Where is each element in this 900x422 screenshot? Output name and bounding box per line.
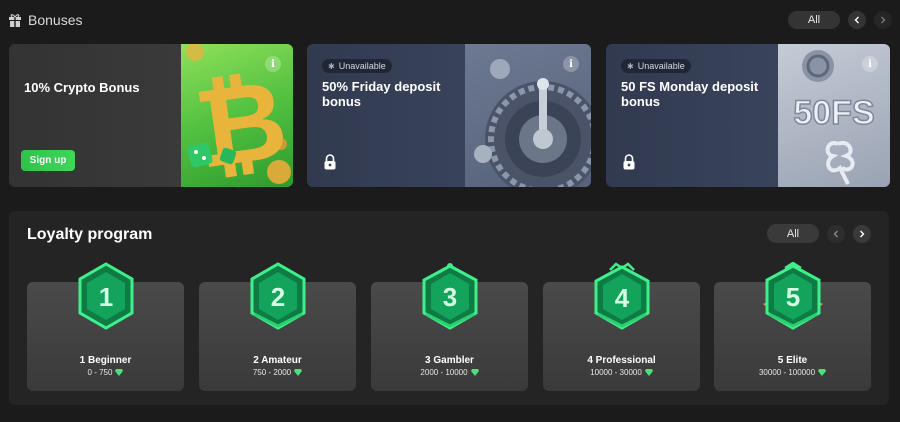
gem-icon <box>470 369 479 376</box>
level-badge-icon: 5 <box>762 262 823 330</box>
level-number: 2 <box>270 282 284 312</box>
gem-icon <box>818 369 827 376</box>
level-range: 2000 - 10000 <box>371 368 528 377</box>
level-card-professional[interactable]: 4 4 Professional 10000 - 30000 <box>543 262 700 391</box>
gem-icon <box>644 369 653 376</box>
level-card-beginner[interactable]: 1 1 Beginner 0 - 750 <box>27 262 184 391</box>
level-range-value: 10000 - 30000 <box>590 368 642 377</box>
level-card-gambler[interactable]: 3 3 Gambler 2000 - 10000 <box>371 263 528 391</box>
free-spins-art-text: 50FS <box>793 94 874 132</box>
bonus-info-button[interactable]: i <box>862 56 878 72</box>
bonus-card-title: 10% Crypto Bonus <box>24 80 140 95</box>
bonus-info-button[interactable]: i <box>265 56 281 72</box>
chevron-left-icon <box>833 230 838 237</box>
level-number: 3 <box>442 282 456 312</box>
level-range-value: 750 - 2000 <box>252 368 292 377</box>
loyalty-controls: All <box>767 224 871 243</box>
level-card-elite[interactable]: 5 5 Elite 30000 - 100000 <box>714 262 871 391</box>
gem-icon <box>294 369 303 376</box>
snowflake-icon: ✱ <box>627 61 634 71</box>
bonuses-prev-button[interactable] <box>848 11 866 29</box>
bonus-card-crypto[interactable]: ₿ i 10% Crypto Bonus Sign up <box>9 44 293 187</box>
loyalty-all-button[interactable]: All <box>767 224 819 243</box>
bonuses-all-button[interactable]: All <box>788 11 840 29</box>
gift-icon <box>9 14 21 27</box>
level-number: 5 <box>785 282 799 312</box>
level-range-value: 0 - 750 <box>87 368 113 377</box>
loyalty-next-button[interactable] <box>853 224 871 243</box>
bonus-card-title: 50% Friday deposit bonus <box>322 79 441 109</box>
level-name: 2 Amateur <box>253 355 302 366</box>
bonuses-next-button[interactable] <box>874 11 892 29</box>
loyalty-panel: Loyalty program All 1 1 Beginner 0 - 750… <box>9 211 889 405</box>
level-badge-icon: 4 <box>594 262 649 330</box>
level-badge-icon: 3 <box>422 263 477 330</box>
unavailable-badge: ✱ Unavailable <box>322 59 392 73</box>
level-range: 0 - 750 <box>27 368 184 377</box>
bonus-card-title: 50 FS Monday deposit bonus <box>621 79 759 109</box>
loyalty-prev-button[interactable] <box>827 224 845 243</box>
bonuses-controls: All <box>788 11 892 29</box>
bonus-info-button[interactable]: i <box>563 56 579 72</box>
level-name: 3 Gambler <box>425 355 474 366</box>
svg-text:₿: ₿ <box>188 57 293 187</box>
unavailable-label: Unavailable <box>338 61 386 71</box>
unavailable-badge: ✱ Unavailable <box>621 59 691 73</box>
bonuses-title: Bonuses <box>28 12 83 28</box>
level-badge-icon: 1 <box>78 262 133 330</box>
lock-icon <box>623 154 635 170</box>
level-name: 1 Beginner <box>79 355 132 366</box>
sign-up-button[interactable]: Sign up <box>21 150 75 171</box>
bonus-card-friday[interactable]: ✱ Unavailable i 50% Friday deposit bonus <box>307 44 591 187</box>
bonus-card-monday[interactable]: 50FS ✱ Unavailable i 50 FS Monday deposi… <box>606 44 890 187</box>
level-range-value: 30000 - 100000 <box>758 368 816 377</box>
level-number: 1 <box>98 282 112 312</box>
loyalty-title: Loyalty program <box>27 226 153 243</box>
unavailable-label: Unavailable <box>637 61 685 71</box>
bonuses-header: Bonuses All <box>8 8 892 32</box>
level-range: 750 - 2000 <box>199 368 356 377</box>
snowflake-icon: ✱ <box>328 61 335 71</box>
level-range-value: 2000 - 10000 <box>420 368 468 377</box>
level-name: 5 Elite <box>777 355 808 366</box>
chevron-right-icon <box>860 230 865 237</box>
lock-icon <box>324 154 336 170</box>
level-badge-icon: 2 <box>250 262 305 330</box>
chevron-left-icon <box>854 16 859 24</box>
gem-icon <box>115 369 124 376</box>
level-range: 10000 - 30000 <box>543 368 700 377</box>
level-card-amateur[interactable]: 2 2 Amateur 750 - 2000 <box>199 262 356 391</box>
chevron-right-icon <box>881 16 886 24</box>
level-range: 30000 - 100000 <box>714 368 871 377</box>
level-number: 4 <box>614 283 629 313</box>
level-name: 4 Professional <box>587 355 656 366</box>
